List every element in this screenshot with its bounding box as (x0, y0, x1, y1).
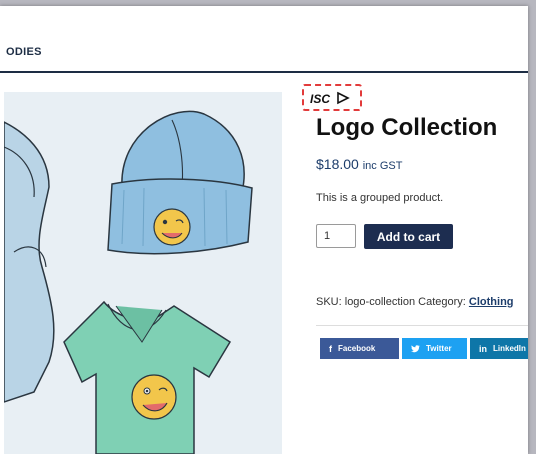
sku-label: SKU: (316, 296, 342, 308)
product-description: This is a grouped product. (316, 192, 444, 204)
product-title: Logo Collection (316, 114, 498, 141)
share-linkedin-label: LinkedIn (493, 344, 526, 353)
product-meta: SKU: logo-collection Category: Clothing (316, 296, 514, 308)
share-twitter-button[interactable]: Twitter (402, 338, 467, 359)
share-facebook-label: Facebook (338, 344, 376, 353)
share-twitter-label: Twitter (426, 344, 452, 353)
share-divider (316, 325, 528, 326)
twitter-icon (411, 344, 420, 352)
hoodie-illustration (4, 121, 55, 403)
price-amount: $18.00 (316, 156, 359, 172)
add-to-cart-button[interactable]: Add to cart (364, 224, 453, 249)
browser-page: ODIES ISC Logo Collection $18.00 inc GST… (0, 6, 528, 454)
svg-text:ISC: ISC (310, 92, 330, 106)
tshirt-illustration (63, 300, 232, 454)
category-link-clothing[interactable]: Clothing (469, 296, 514, 308)
product-image[interactable] (4, 92, 282, 454)
price-tax-note: inc GST (362, 160, 403, 172)
share-linkedin-button[interactable]: in LinkedIn (470, 338, 528, 359)
nav-item-hoodies[interactable]: ODIES (6, 46, 42, 58)
product-price: $18.00 inc GST (316, 156, 402, 172)
category-label: Category: (418, 296, 466, 308)
quantity-input[interactable] (316, 224, 356, 248)
beanie-illustration (107, 110, 253, 255)
linkedin-icon: in (479, 343, 487, 354)
product-illustration (4, 110, 253, 454)
share-facebook-button[interactable]: f Facebook (320, 338, 399, 359)
sku-value: logo-collection (344, 296, 416, 308)
isc-badge: ISC (302, 84, 362, 111)
site-navigation: ODIES (0, 6, 528, 73)
isc-logo-icon: ISC (310, 91, 350, 106)
facebook-icon: f (329, 343, 332, 354)
